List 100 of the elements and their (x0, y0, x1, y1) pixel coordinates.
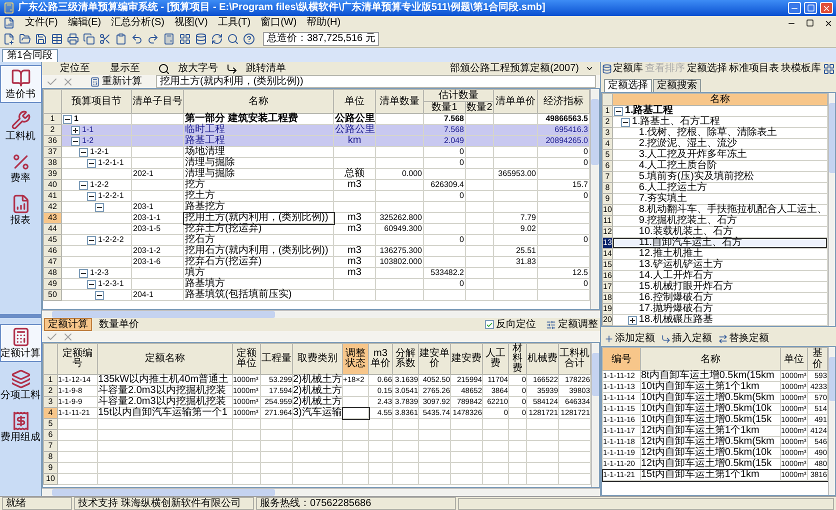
sidebar-item[interactable]: 报表 (0, 191, 42, 229)
cut-icon[interactable] (99, 32, 111, 44)
collapse-icon[interactable] (87, 236, 96, 244)
vertical-scrollbar[interactable] (828, 347, 835, 495)
column-header[interactable]: 编号 (602, 348, 640, 370)
column-header[interactable]: 取费类别 (292, 344, 342, 374)
table-row[interactable]: 1 1 第一部分 建筑安装工程费 公路公里 7.568 49866563.5 (44, 114, 590, 124)
action-button[interactable]: 添加定额 (604, 333, 655, 344)
toolbar-button[interactable]: 定额库 (602, 63, 643, 74)
zoom-icon[interactable] (158, 62, 170, 74)
table-row[interactable]: 2 1-1 临时工程 公路公里 7.568 695416.3 (44, 124, 590, 136)
column-header[interactable]: 建安费 (450, 344, 482, 374)
help-icon[interactable] (243, 32, 255, 44)
locate-button[interactable]: 定位至 (60, 63, 90, 74)
menu-item[interactable]: 窗口(W) (260, 17, 297, 29)
table-row[interactable]: 41 1-2-2-1 挖土方 0 0 (44, 190, 590, 202)
tab[interactable]: 定额搜索 (653, 79, 701, 92)
column-header[interactable]: 机械费 (526, 344, 558, 374)
collapse-icon[interactable] (620, 118, 630, 126)
jump-list-button[interactable]: 跳转清单 (246, 63, 286, 74)
column-header[interactable]: 工程量 (260, 344, 292, 374)
toolbar-button[interactable]: 块模板库 (781, 63, 821, 74)
vertical-scrollbar[interactable] (828, 93, 835, 326)
table-row[interactable]: 39 202-1 清理与掘除 总额 0.000 365953.00 (44, 168, 590, 180)
table-row[interactable]: 47 203-1-6 挖弃石方(挖运弃) m3 103802.000 31.83 (44, 256, 590, 268)
collapse-icon[interactable] (79, 180, 88, 190)
column-header[interactable]: 材料费 (508, 344, 526, 374)
cancel-icon[interactable] (62, 330, 74, 342)
folder-icon[interactable] (19, 32, 31, 44)
horizontal-scrollbar[interactable] (42, 310, 600, 318)
vertical-scrollbar[interactable] (590, 89, 599, 309)
table-row[interactable]: 46 203-1-2 挖用石方(就内利用，(类别比例)) m3 136275.300 25.51 (44, 246, 590, 256)
action-button[interactable]: 插入定额 (661, 333, 712, 344)
horizontal-scrollbar[interactable] (42, 488, 600, 496)
sidebar-item[interactable]: 工料机 (0, 107, 42, 145)
column-header[interactable]: 单位 (780, 348, 808, 370)
restore-icon[interactable] (806, 19, 814, 27)
column-header[interactable]: 名称 (640, 348, 780, 370)
grid-icon[interactable] (823, 62, 835, 74)
refresh-icon[interactable] (211, 32, 223, 44)
menu-item[interactable]: 视图(V) (174, 17, 208, 29)
confirm-icon[interactable] (46, 330, 58, 342)
collapse-icon[interactable] (63, 114, 72, 124)
tab[interactable]: 数量单价 (96, 319, 142, 330)
tab[interactable]: 定额计算 (44, 318, 92, 331)
table-row[interactable]: 50 204-1 路基填筑(包括填前压实) (44, 290, 590, 300)
quota-adjust-button[interactable]: 定额调整 (546, 319, 598, 330)
column-header[interactable]: 基价 (808, 348, 828, 370)
column-header[interactable]: 工料机合计 (558, 344, 590, 374)
document-tab[interactable]: 第1合同段 (2, 49, 58, 62)
column-header[interactable]: 建安单价 (418, 344, 450, 374)
menu-item[interactable]: 帮助(H) (306, 17, 341, 29)
toolbar-button[interactable]: 标准项目表 (729, 63, 779, 74)
undo-icon[interactable] (131, 32, 143, 44)
calculator-icon[interactable] (163, 32, 175, 44)
table-row[interactable]: 36 1-2 路基工程 km 2.049 20894265.0 (44, 136, 590, 146)
collapse-icon[interactable] (614, 106, 623, 116)
menu-item[interactable]: 工具(T) (218, 17, 251, 29)
search-icon[interactable] (227, 32, 239, 44)
toolbar-button[interactable]: 定额选择 (687, 63, 727, 74)
sidebar-item[interactable]: 造价书 (0, 65, 42, 103)
column-header[interactable]: 定额名称 (98, 344, 232, 374)
paste-icon[interactable] (115, 32, 127, 44)
minimize-button[interactable] (788, 2, 801, 14)
print-icon[interactable] (67, 32, 79, 44)
table-row[interactable]: 42 203-1 路基挖方 (44, 202, 590, 212)
collapse-icon[interactable] (95, 290, 104, 300)
sidebar-item[interactable]: 费用组成 (0, 408, 42, 446)
grid-icon[interactable] (179, 32, 191, 44)
database-icon[interactable] (195, 32, 207, 44)
checkbox[interactable] (485, 320, 494, 329)
collapse-icon[interactable] (87, 158, 96, 168)
collapse-icon[interactable] (79, 268, 88, 278)
copy-icon[interactable] (83, 32, 95, 44)
collapse-icon[interactable] (87, 192, 96, 200)
table-row[interactable]: 37 1-2-1 场地清理 0 0 (44, 146, 590, 158)
expand-icon[interactable] (71, 126, 80, 134)
expand-icon[interactable] (628, 316, 637, 324)
column-header[interactable]: 人工费 (482, 344, 508, 374)
save-icon[interactable] (35, 32, 47, 44)
table-row[interactable]: 48 1-2-3 填方 m3 533482.2 12.5 (44, 268, 590, 278)
table-row[interactable]: 38 1-2-1-1 清理与掘除 0 0 (44, 158, 590, 168)
sidebar-item[interactable]: 定额计算 (0, 324, 42, 362)
collapse-icon[interactable] (87, 280, 96, 288)
edit-field[interactable]: 挖用土方(就内利用，(类别比例)) (156, 75, 596, 88)
table-icon[interactable] (51, 32, 63, 44)
menu-item[interactable]: 汇总分析(S) (111, 17, 164, 29)
enlarge-font-button[interactable]: 放大字号 (178, 63, 218, 74)
column-header[interactable]: 分解系数 (392, 344, 418, 374)
close-button[interactable] (820, 2, 833, 14)
column-header[interactable]: m3单价 (368, 344, 392, 374)
collapse-icon[interactable] (79, 148, 88, 156)
menu-item[interactable]: 编辑(E) (68, 17, 102, 29)
new-file-icon[interactable] (3, 32, 15, 44)
sidebar-item[interactable]: 分项工料 (0, 366, 42, 404)
close-icon[interactable] (824, 18, 833, 28)
table-row[interactable]: 49 1-2-3-1 路基填方 0 0 (44, 278, 590, 290)
collapse-icon[interactable] (95, 202, 104, 212)
redo-icon[interactable] (147, 32, 159, 44)
column-header[interactable]: 定额编号 (58, 344, 98, 374)
